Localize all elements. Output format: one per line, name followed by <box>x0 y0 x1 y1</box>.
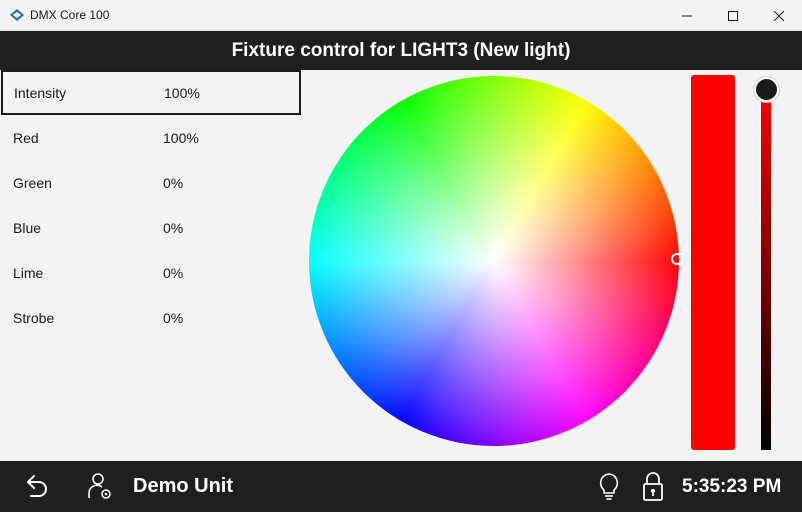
parameter-value: 0% <box>163 265 184 281</box>
back-icon[interactable] <box>22 473 50 501</box>
maximize-button[interactable] <box>710 0 756 31</box>
intensity-slider-thumb[interactable] <box>754 77 779 102</box>
current-color-swatch <box>691 75 735 450</box>
window-titlebar: DMX Core 100 <box>0 0 802 31</box>
close-icon <box>774 10 784 21</box>
parameter-row-lime[interactable]: Lime 0% <box>0 250 302 295</box>
color-wheel-handle[interactable] <box>671 253 683 265</box>
parameter-row-blue[interactable]: Blue 0% <box>0 205 302 250</box>
close-button[interactable] <box>756 0 802 31</box>
minimize-icon <box>682 15 692 16</box>
parameter-value: 0% <box>163 220 184 236</box>
parameter-value: 0% <box>163 175 184 191</box>
color-wheel[interactable] <box>309 76 683 446</box>
clock: 5:35:23 PM <box>682 476 782 497</box>
maximize-icon <box>728 10 738 21</box>
intensity-slider[interactable] <box>761 90 771 450</box>
page-header: Fixture control for LIGHT3 (New light) <box>0 31 802 70</box>
parameter-value: 0% <box>163 310 184 326</box>
parameter-name: Strobe <box>13 310 55 326</box>
lightbulb-icon[interactable] <box>597 472 621 502</box>
lock-icon[interactable] <box>641 471 665 503</box>
parameter-name: Red <box>13 130 39 146</box>
footer-bar: Demo Unit 5:35:23 PM <box>0 461 802 512</box>
parameter-list: Intensity 100% Red 100% Green 0% Blue 0%… <box>0 70 302 340</box>
user-settings-icon[interactable] <box>86 471 114 501</box>
parameter-name: Lime <box>13 265 44 281</box>
parameter-name: Green <box>13 175 52 191</box>
parameter-row-red[interactable]: Red 100% <box>0 115 302 160</box>
parameter-name: Intensity <box>14 85 67 101</box>
unit-name: Demo Unit <box>133 475 233 497</box>
window-title: DMX Core 100 <box>30 8 110 22</box>
color-wheel-disc[interactable] <box>309 76 679 446</box>
parameter-row-intensity[interactable]: Intensity 100% <box>1 70 301 115</box>
color-wheel-saturation <box>309 76 679 446</box>
parameter-name: Blue <box>13 220 42 236</box>
parameter-row-strobe[interactable]: Strobe 0% <box>0 295 302 340</box>
page-title: Fixture control for LIGHT3 (New light) <box>231 39 571 61</box>
parameter-row-green[interactable]: Green 0% <box>0 160 302 205</box>
minimize-button[interactable] <box>664 0 710 31</box>
app-logo-icon <box>10 9 24 21</box>
parameter-value: 100% <box>164 85 200 101</box>
parameter-value: 100% <box>163 130 199 146</box>
